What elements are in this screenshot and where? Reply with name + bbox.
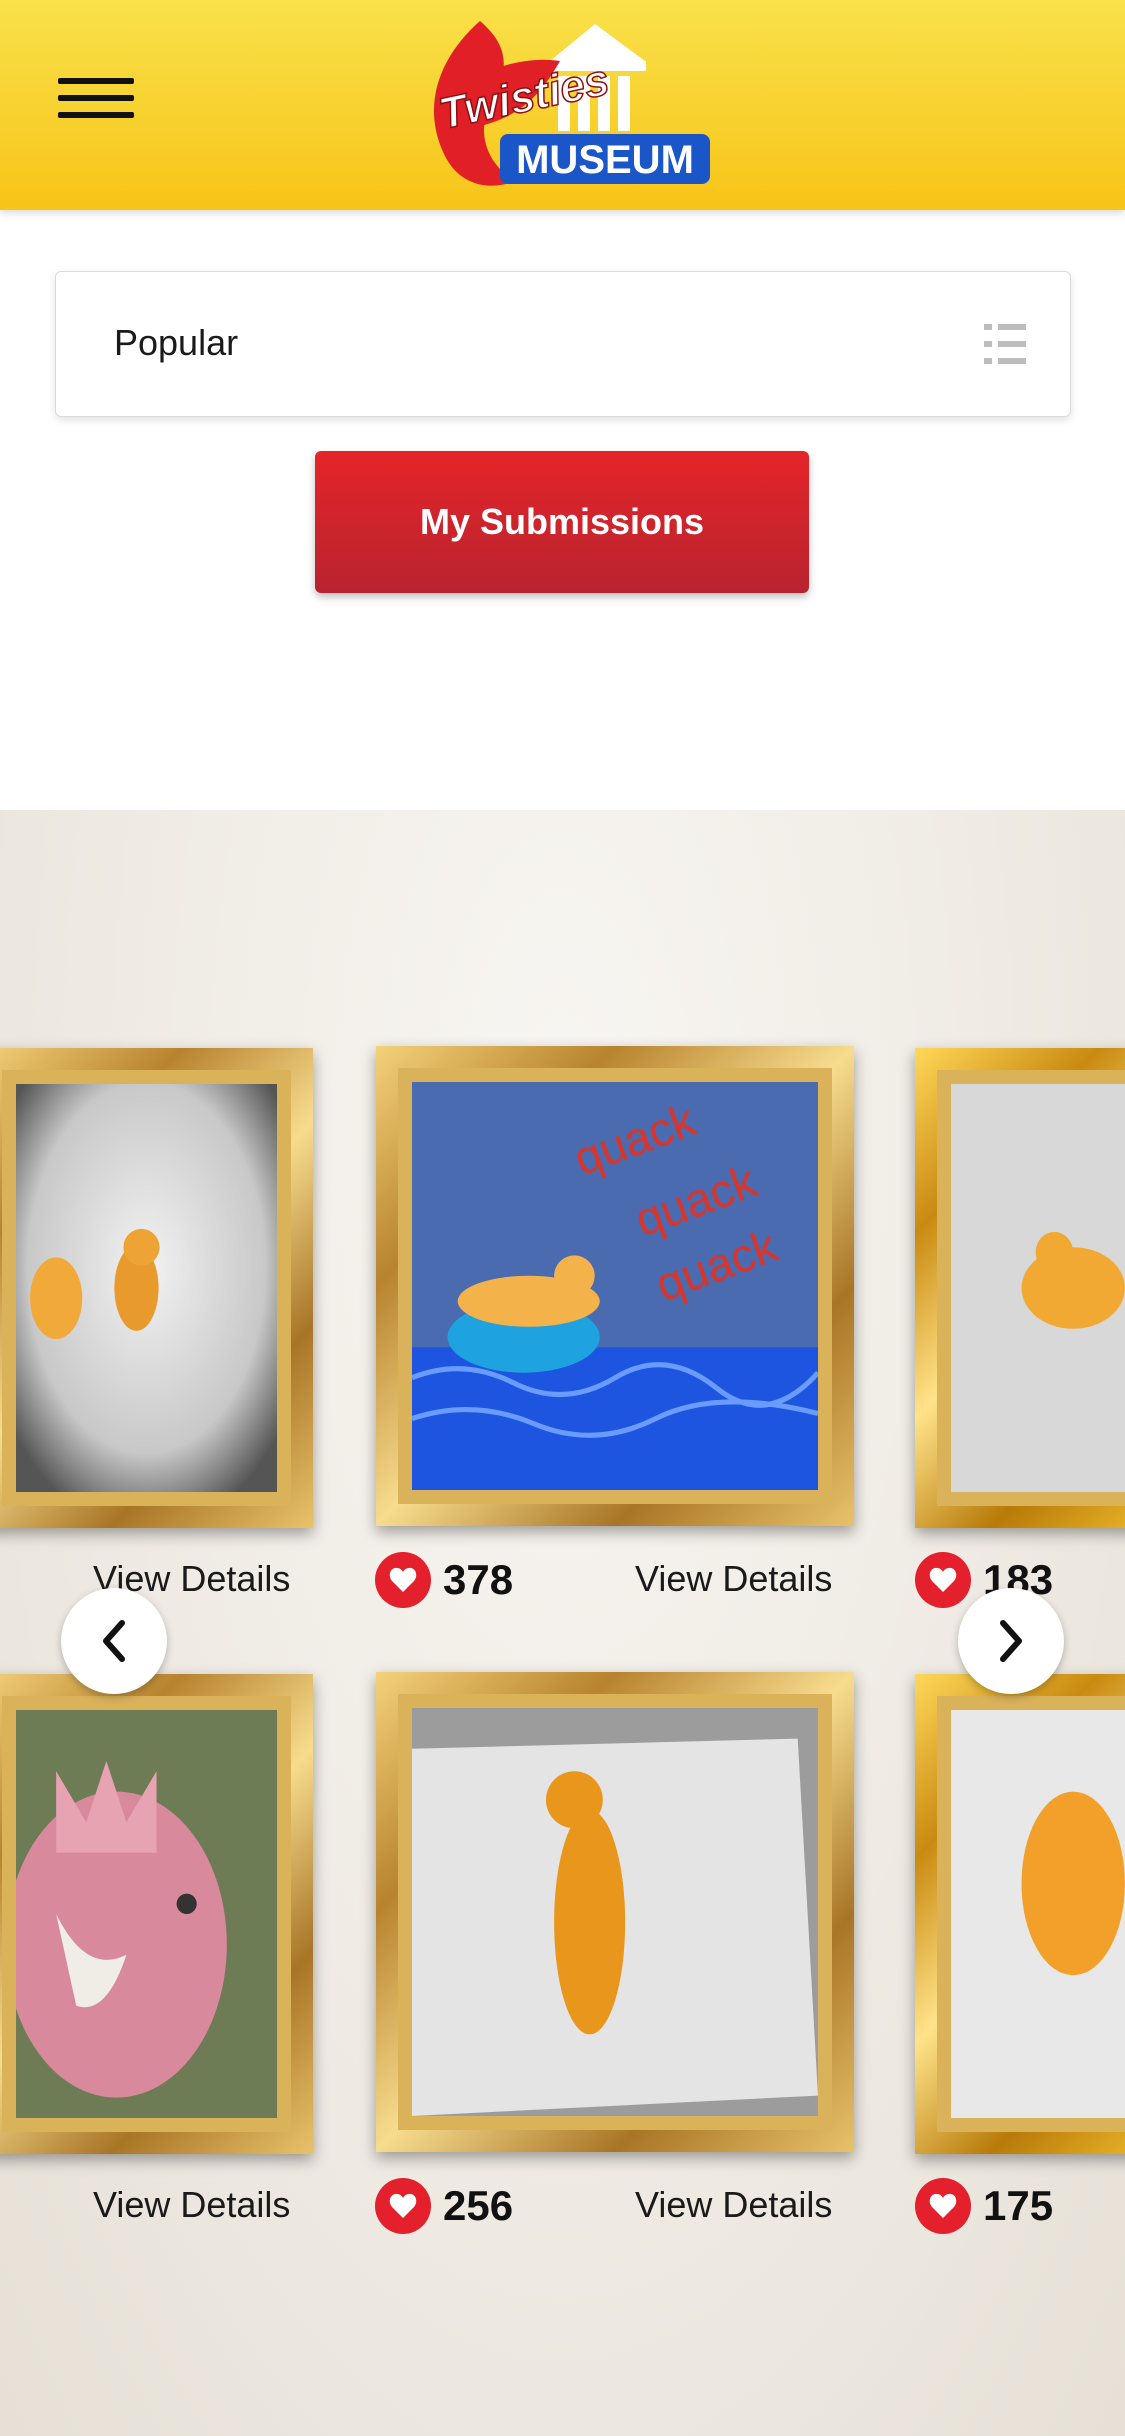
heart-icon[interactable]: [375, 2178, 431, 2234]
gallery-image: quack quack quack: [412, 1082, 818, 1490]
view-details-link[interactable]: View Details: [635, 2184, 832, 2226]
gallery-frame[interactable]: [915, 1674, 1125, 2154]
chevron-left-icon: [103, 1620, 125, 1662]
gallery-section: View Details quack quack quack 378 View …: [0, 810, 1125, 2436]
next-arrow-button[interactable]: [958, 1588, 1064, 1694]
top-header: Twisties MUSEUM: [0, 0, 1125, 210]
sort-dropdown[interactable]: Popular: [55, 271, 1071, 417]
prev-arrow-button[interactable]: [61, 1588, 167, 1694]
like-count: 378: [443, 1556, 514, 1603]
gallery-frame[interactable]: [915, 1048, 1125, 1528]
gallery-frame[interactable]: [0, 1674, 313, 2154]
view-details-link[interactable]: View Details: [93, 2184, 290, 2226]
gallery-image: [951, 1710, 1125, 2118]
heart-icon[interactable]: [915, 1552, 971, 1608]
heart-icon[interactable]: [375, 1552, 431, 1608]
view-details-link[interactable]: View Details: [635, 1558, 832, 1600]
like-counter[interactable]: 256: [375, 2178, 513, 2234]
gallery-image: [412, 1708, 818, 2116]
gallery-image: [16, 1710, 277, 2118]
gallery-image: [16, 1084, 277, 1492]
list-icon: [984, 324, 1026, 366]
sort-selected-label: Popular: [114, 322, 239, 363]
chevron-right-icon: [1000, 1620, 1022, 1662]
like-count: 175: [983, 2182, 1054, 2229]
like-counter[interactable]: 175: [915, 2178, 1053, 2234]
gallery-frame[interactable]: quack quack quack: [376, 1046, 854, 1526]
like-count: 256: [443, 2182, 514, 2229]
heart-icon[interactable]: [915, 2178, 971, 2234]
gallery-image: [951, 1084, 1125, 1492]
my-submissions-button[interactable]: My Submissions: [315, 451, 809, 593]
gallery-frame[interactable]: [376, 1672, 854, 2152]
hamburger-menu-icon[interactable]: [58, 74, 136, 122]
like-counter[interactable]: 378: [375, 1552, 513, 1608]
twisties-museum-logo[interactable]: Twisties MUSEUM: [420, 16, 710, 196]
logo-text-museum: MUSEUM: [516, 138, 694, 182]
gallery-frame[interactable]: [0, 1048, 313, 1528]
